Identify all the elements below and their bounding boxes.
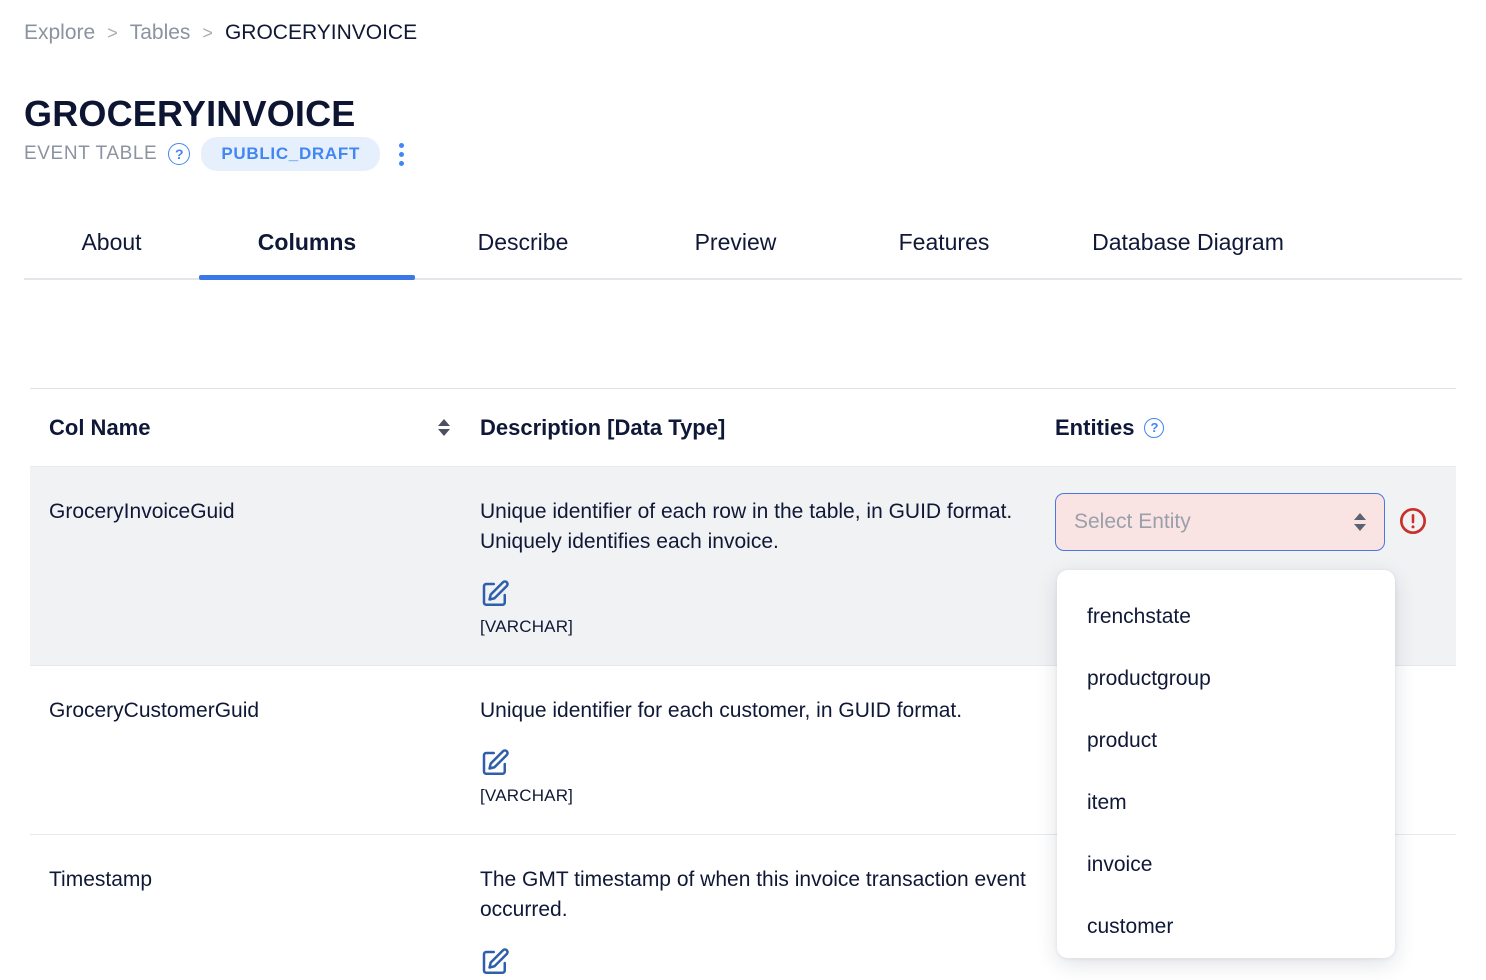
breadcrumb-separator: > bbox=[202, 23, 213, 43]
breadcrumb-item-explore[interactable]: Explore bbox=[24, 18, 95, 48]
table-header-row: Col Name Description [Data Type] Entitie… bbox=[30, 388, 1456, 466]
cell-col-name: Timestamp bbox=[49, 868, 153, 891]
entity-dropdown-menu: frenchstate productgroup product item in… bbox=[1057, 570, 1395, 958]
table-meta-row: EVENT TABLE ? PUBLIC_DRAFT bbox=[24, 137, 412, 171]
dropdown-option-invoice[interactable]: invoice bbox=[1057, 834, 1395, 896]
dropdown-option-customer[interactable]: customer bbox=[1057, 896, 1395, 958]
breadcrumb-item-current: GROCERYINVOICE bbox=[224, 21, 418, 44]
entity-select-placeholder: Select Entity bbox=[1074, 510, 1191, 533]
tab-bar: About Columns Describe Preview Features … bbox=[24, 210, 1462, 280]
edit-description-icon[interactable] bbox=[480, 748, 510, 778]
entities-help-icon[interactable]: ? bbox=[1144, 417, 1165, 438]
column-header-description: Description [Data Type] bbox=[480, 414, 726, 440]
dropdown-option-frenchstate[interactable]: frenchstate bbox=[1057, 586, 1395, 648]
column-header-entities: Entities ? bbox=[1055, 415, 1456, 441]
dropdown-option-product[interactable]: product bbox=[1057, 710, 1395, 772]
sort-icon[interactable] bbox=[438, 419, 450, 436]
column-header-col-name[interactable]: Col Name bbox=[30, 415, 480, 441]
status-badge: PUBLIC_DRAFT bbox=[201, 137, 381, 171]
page-title: GROCERYINVOICE bbox=[24, 93, 356, 135]
edit-description-icon[interactable] bbox=[480, 579, 510, 609]
data-type-label: [VARCHAR] bbox=[480, 786, 574, 805]
tab-database-diagram[interactable]: Database Diagram bbox=[1048, 229, 1328, 278]
cell-col-name: GroceryCustomerGuid bbox=[49, 699, 260, 722]
description-text: The GMT timestamp of when this invoice t… bbox=[480, 868, 1026, 921]
dropdown-option-item[interactable]: item bbox=[1057, 772, 1395, 834]
breadcrumb-separator: > bbox=[107, 23, 118, 43]
columns-page: Explore > Tables > GROCERYINVOICE GROCER… bbox=[0, 0, 1486, 980]
cell-description: Unique identifier of each row in the tab… bbox=[480, 467, 1055, 665]
cell-description: Unique identifier for each customer, in … bbox=[480, 666, 1055, 834]
help-icon[interactable]: ? bbox=[168, 143, 191, 165]
tab-about[interactable]: About bbox=[24, 229, 199, 278]
table-type-label: EVENT TABLE bbox=[24, 143, 158, 164]
cell-col-name: GroceryInvoiceGuid bbox=[49, 500, 235, 523]
cell-description: The GMT timestamp of when this invoice t… bbox=[480, 835, 1055, 980]
description-text: Unique identifier of each row in the tab… bbox=[480, 500, 1013, 553]
tab-columns[interactable]: Columns bbox=[199, 229, 415, 280]
error-icon bbox=[1399, 507, 1427, 535]
tab-features[interactable]: Features bbox=[840, 229, 1048, 278]
entity-select[interactable]: Select Entity bbox=[1055, 493, 1385, 551]
data-type-label: [VARCHAR] bbox=[480, 617, 574, 636]
tab-describe[interactable]: Describe bbox=[415, 229, 631, 278]
column-header-entities-label: Entities bbox=[1055, 414, 1135, 440]
tab-preview[interactable]: Preview bbox=[631, 229, 840, 278]
dropdown-option-productgroup[interactable]: productgroup bbox=[1057, 648, 1395, 710]
chevron-updown-icon bbox=[1354, 513, 1366, 531]
column-header-col-name-label: Col Name bbox=[49, 414, 151, 440]
more-options-icon[interactable] bbox=[391, 141, 412, 168]
breadcrumb: Explore > Tables > GROCERYINVOICE bbox=[24, 18, 417, 48]
edit-description-icon[interactable] bbox=[480, 947, 510, 977]
description-text: Unique identifier for each customer, in … bbox=[480, 699, 963, 722]
breadcrumb-item-tables[interactable]: Tables bbox=[130, 18, 191, 48]
